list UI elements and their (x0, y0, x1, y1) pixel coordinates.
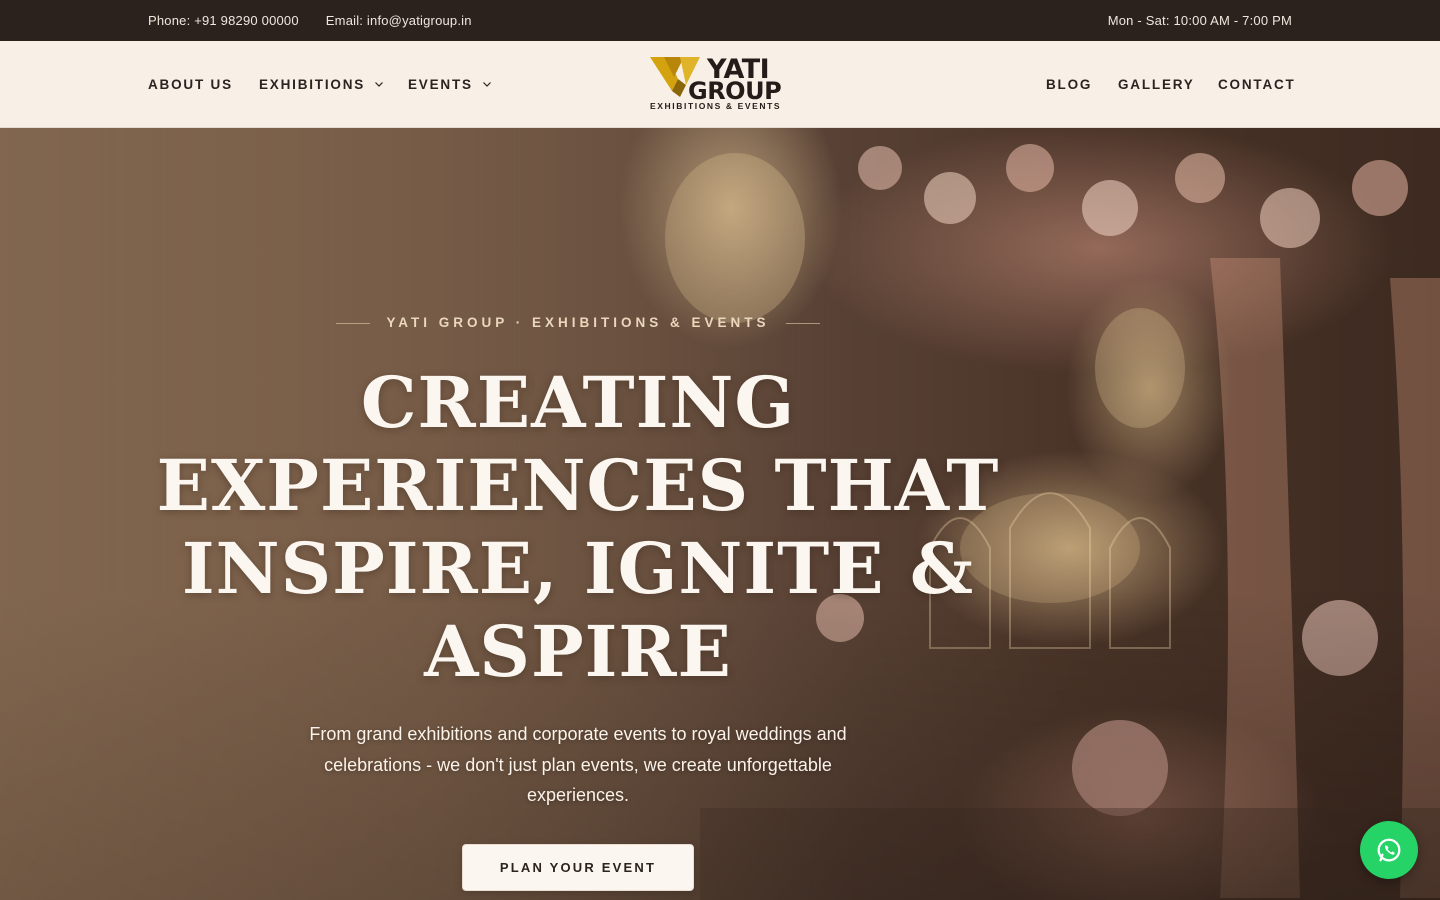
yati-group-logo[interactable]: YATI GROUP EXHIBITIONS & EVENTS (650, 56, 782, 114)
chevron-down-icon (375, 82, 383, 87)
chevron-down-icon (482, 82, 491, 87)
nav-item-blog[interactable]: BLOG (1046, 41, 1092, 127)
nav-label: GALLERY (1118, 76, 1195, 92)
nav-label: EXHIBITIONS (259, 76, 366, 92)
nav-label: EVENTS (408, 76, 473, 92)
phone-text[interactable]: Phone: +91 98290 00000 (148, 13, 299, 28)
top-info-bar: Phone: +91 98290 00000 Email: info@yatig… (0, 0, 1440, 41)
nav-item-contact[interactable]: CONTACT (1218, 41, 1296, 127)
contact-info: Phone: +91 98290 00000 Email: info@yatig… (148, 0, 472, 41)
nav-label: ABOUT US (148, 76, 233, 92)
hero-eyebrow: YATI GROUP · EXHIBITIONS & EVENTS (386, 315, 770, 330)
hours-text: Mon - Sat: 10:00 AM - 7:00 PM (1107, 13, 1292, 28)
hero-section: YATI GROUP · EXHIBITIONS & EVENTS CREATI… (0, 128, 1440, 900)
eyebrow-divider-right (786, 323, 820, 324)
logo-subtitle: EXHIBITIONS & EVENTS (650, 101, 782, 111)
nav-label: BLOG (1046, 76, 1093, 92)
hero-subtitle: From grand exhibitions and corporate eve… (309, 724, 847, 805)
nav-item-about-us[interactable]: ABOUT US (148, 41, 233, 127)
business-hours: Mon - Sat: 10:00 AM - 7:00 PM (1108, 0, 1292, 41)
nav-item-exhibitions[interactable]: EXHIBITIONS (259, 41, 384, 127)
nav-item-gallery[interactable]: GALLERY (1118, 41, 1195, 127)
nav-label: CONTACT (1218, 76, 1296, 92)
whatsapp-icon (1377, 838, 1401, 862)
plan-your-event-button[interactable]: PLAN YOUR EVENT (462, 844, 694, 891)
hero-headline: CREATING EXPERIENCES THAT INSPIRE, IGNIT… (156, 361, 1000, 693)
whatsapp-button[interactable] (1360, 821, 1418, 879)
email-text[interactable]: Email: info@yatigroup.in (326, 13, 472, 28)
nav-item-events[interactable]: EVENTS (408, 41, 492, 127)
